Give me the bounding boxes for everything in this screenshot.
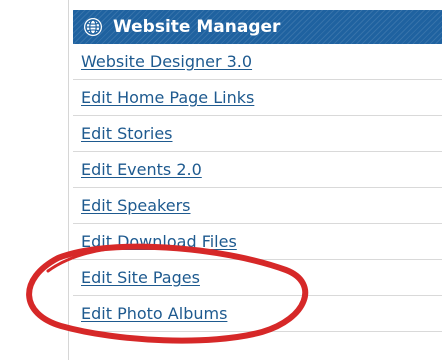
website-manager-menu: Website Designer 3.0 Edit Home Page Link… bbox=[73, 44, 442, 332]
header-title: Website Manager bbox=[113, 16, 281, 37]
menu-item-photo-albums: Edit Photo Albums bbox=[73, 296, 442, 332]
edit-photo-albums-link[interactable]: Edit Photo Albums bbox=[81, 304, 227, 323]
menu-item-home-page-links: Edit Home Page Links bbox=[73, 80, 442, 116]
edit-events-link[interactable]: Edit Events 2.0 bbox=[81, 160, 202, 179]
edit-site-pages-link[interactable]: Edit Site Pages bbox=[81, 268, 200, 287]
globe-icon bbox=[84, 18, 102, 36]
edit-home-page-links-link[interactable]: Edit Home Page Links bbox=[81, 88, 254, 107]
edit-stories-link[interactable]: Edit Stories bbox=[81, 124, 173, 143]
edit-download-files-link[interactable]: Edit Download Files bbox=[81, 232, 237, 251]
website-designer-link[interactable]: Website Designer 3.0 bbox=[81, 52, 252, 71]
screenshot-stage: Website Manager Website Designer 3.0 Edi… bbox=[0, 0, 442, 360]
menu-item-events: Edit Events 2.0 bbox=[73, 152, 442, 188]
menu-item-stories: Edit Stories bbox=[73, 116, 442, 152]
edit-speakers-link[interactable]: Edit Speakers bbox=[81, 196, 190, 215]
website-manager-panel: Website Manager Website Designer 3.0 Edi… bbox=[68, 0, 442, 360]
menu-item-speakers: Edit Speakers bbox=[73, 188, 442, 224]
menu-item-site-pages: Edit Site Pages bbox=[73, 260, 442, 296]
website-manager-header: Website Manager bbox=[73, 10, 442, 44]
menu-item-website-designer: Website Designer 3.0 bbox=[73, 44, 442, 80]
menu-item-download-files: Edit Download Files bbox=[73, 224, 442, 260]
